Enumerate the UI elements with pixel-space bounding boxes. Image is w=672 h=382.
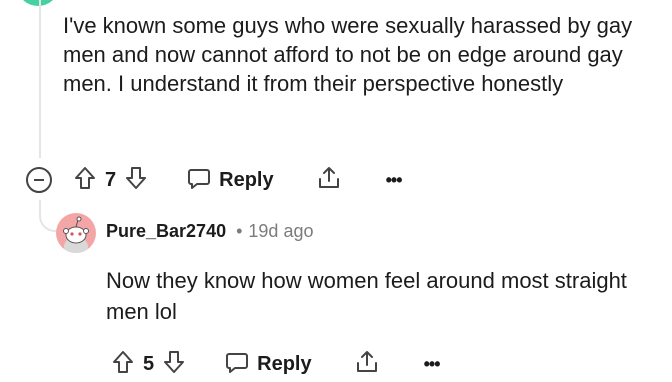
timestamp[interactable]: 19d ago (248, 221, 313, 242)
meta-separator: • (236, 221, 243, 241)
vote-count: 7 (105, 168, 117, 191)
thread-line[interactable] (39, 0, 41, 158)
reply-bubble-icon (187, 166, 211, 195)
more-icon[interactable]: ••• (386, 170, 403, 191)
username[interactable]: Pure_Bar2740 (106, 221, 226, 242)
vote-count: 5 (143, 352, 155, 375)
snoo-avatar-icon (63, 216, 89, 253)
reply-button[interactable]: Reply (225, 350, 312, 379)
reply-bubble-icon (225, 350, 249, 379)
share-icon[interactable] (354, 349, 380, 380)
avatar[interactable] (56, 213, 96, 253)
parent-avatar[interactable] (18, 0, 58, 6)
reply-label: Reply (219, 168, 274, 191)
downvote-icon[interactable] (163, 350, 185, 379)
share-icon[interactable] (316, 165, 342, 196)
more-icon[interactable]: ••• (424, 354, 441, 375)
downvote-icon[interactable] (125, 166, 147, 195)
reply-body: Now they know how women feel around most… (106, 268, 627, 324)
upvote-icon[interactable] (74, 166, 96, 195)
reply-actions: 5 Reply ••• (112, 346, 440, 382)
reply-label: Reply (257, 352, 312, 375)
comment-body: I've known some guys who were sexually h… (63, 13, 633, 96)
upvote-icon[interactable] (112, 350, 134, 379)
collapse-icon[interactable] (26, 167, 52, 193)
reply-button[interactable]: Reply (187, 166, 274, 195)
reply-meta: Pure_Bar2740 • 19d ago (106, 221, 313, 242)
comment-actions: 7 Reply ••• (26, 162, 402, 198)
